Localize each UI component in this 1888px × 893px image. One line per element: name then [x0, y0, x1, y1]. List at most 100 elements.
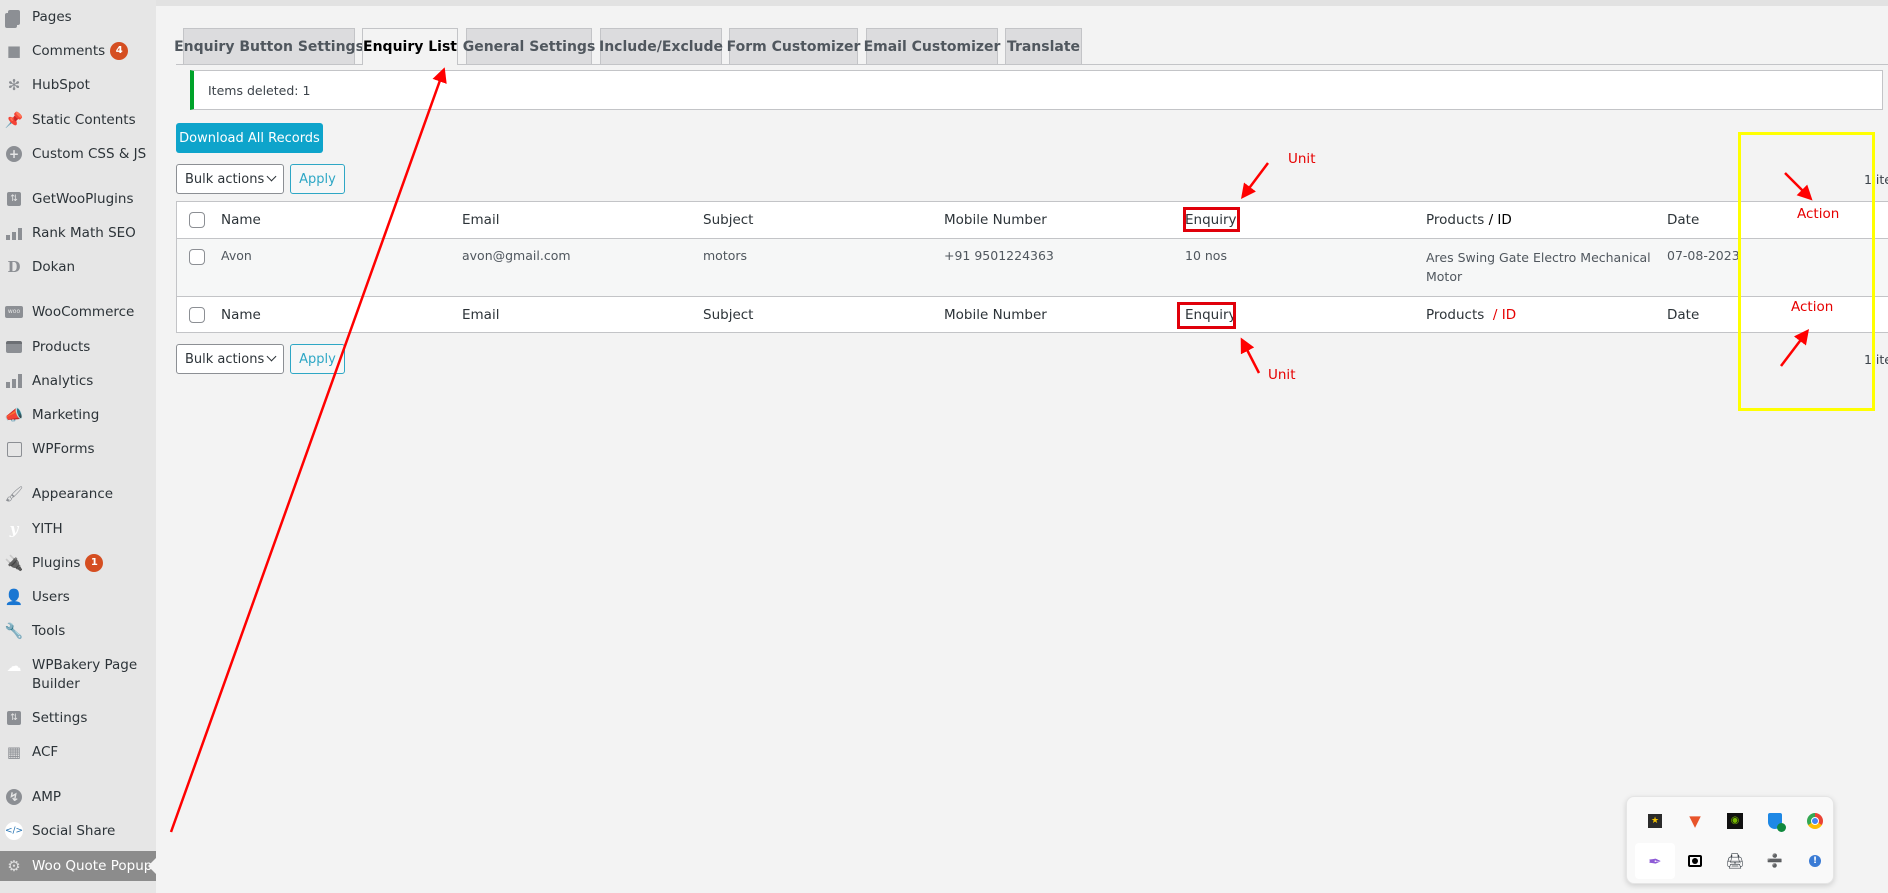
sidebar-item-settings[interactable]: ⇅ Settings — [0, 703, 156, 733]
windows-security-icon[interactable] — [1755, 803, 1795, 839]
yith-icon: y — [9, 520, 19, 538]
apply-button-bottom[interactable]: Apply — [290, 344, 345, 374]
sidebar-item-label: WooCommerce — [32, 304, 135, 320]
sidebar-item-label: Dokan — [32, 259, 76, 275]
sidebar-item-amp[interactable]: ↯ AMP — [0, 782, 156, 812]
sidebar-item-appearance[interactable]: 🖌 Appearance — [0, 479, 156, 509]
sidebar-item-social-share[interactable]: </> Social Share — [0, 816, 156, 846]
sidebar-item-analytics[interactable]: Analytics — [0, 366, 156, 396]
bar-chart-icon — [5, 372, 23, 390]
tab-enquiry-button-settings[interactable]: Enquiry Button Settings — [174, 28, 364, 64]
column-header-name[interactable]: Name — [221, 212, 261, 228]
cell-enquiry: 10 nos — [1185, 248, 1227, 263]
comments-count-badge: 4 — [110, 42, 129, 60]
nvidia-icon[interactable]: ◉ — [1715, 803, 1755, 839]
sidebar-item-custom-css-js[interactable]: + Custom CSS & JS — [0, 139, 156, 169]
sidebar-item-label: Plugins — [32, 555, 81, 571]
sidebar-item-products[interactable]: Products — [0, 332, 156, 362]
network-help-icon[interactable]: ! — [1795, 843, 1835, 879]
tab-email-customizer[interactable]: Email Customizer — [864, 28, 1000, 64]
hubspot-icon: ✻ — [7, 76, 21, 94]
enquiry-table: Name Email Subject Mobile Number Enquiry… — [176, 201, 1888, 333]
select-all-checkbox-footer[interactable] — [189, 307, 205, 323]
cell-name[interactable]: Avon — [221, 248, 252, 263]
sidebar-item-wpbakery[interactable]: ☁ WPBakery Page Builder — [0, 656, 156, 696]
user-icon: 👤 — [4, 588, 24, 606]
bulk-actions-selected: Bulk actions — [185, 171, 265, 187]
rank-math-icon — [5, 224, 23, 242]
products-label: Products — [1426, 212, 1485, 228]
sidebar-item-hubspot[interactable]: ✻ HubSpot — [0, 70, 156, 100]
column-footer-email[interactable]: Email — [462, 307, 499, 323]
feather-icon[interactable]: ✒ — [1635, 843, 1675, 879]
sidebar-item-getwooplugins[interactable]: ⇅ GetWooPlugins — [0, 184, 156, 214]
column-header-email[interactable]: Email — [462, 212, 499, 228]
annotation-unit-bottom: Unit — [1268, 367, 1296, 383]
sidebar-item-woo-quote-popup[interactable]: ⚙ Woo Quote Popup — [0, 851, 156, 881]
table-row: Avon avon@gmail.com motors +91 950122436… — [177, 239, 1888, 297]
printer-icon[interactable]: 🖨 — [1715, 843, 1755, 879]
cell-subject: motors — [703, 248, 748, 263]
sidebar-item-static-contents[interactable]: 📌 Static Contents — [0, 105, 156, 135]
sidebar-item-users[interactable]: 👤 Users — [0, 582, 156, 612]
sidebar-item-pages[interactable]: Pages — [0, 2, 156, 32]
column-header-mobile[interactable]: Mobile Number — [944, 212, 1047, 228]
products-id-suffix: / ID — [1488, 212, 1512, 228]
column-header-date[interactable]: Date — [1667, 212, 1699, 228]
sidebar-item-label: YITH — [32, 521, 63, 537]
admin-sidebar: Pages ■ Comments 4 ✻ HubSpot 📌 Static Con… — [0, 0, 156, 893]
sidebar-item-yith[interactable]: y YITH — [0, 514, 156, 544]
archive-icon — [5, 338, 23, 356]
bulk-actions-select-bottom[interactable]: Bulk actions — [176, 344, 284, 374]
sidebar-item-wpforms[interactable]: WPForms — [0, 434, 156, 464]
download-all-records-button[interactable]: Download All Records — [176, 123, 323, 153]
sidebar-item-woocommerce[interactable]: woo WooCommerce — [0, 297, 156, 327]
column-header-subject[interactable]: Subject — [703, 212, 753, 228]
sidebar-item-acf[interactable]: ▦ ACF — [0, 737, 156, 767]
sidebar-item-label: Comments — [32, 43, 106, 59]
sidebar-item-comments[interactable]: ■ Comments 4 — [0, 36, 156, 66]
cell-email: avon@gmail.com — [462, 248, 571, 263]
record-icon[interactable] — [1675, 843, 1715, 879]
wrench-icon: 🔧 — [4, 622, 24, 640]
sidebar-item-rank-math[interactable]: Rank Math SEO — [0, 218, 156, 248]
annotation-id-suffix: / ID — [1492, 307, 1517, 323]
sidebar-item-label: AMP — [32, 789, 62, 805]
column-footer-mobile[interactable]: Mobile Number — [944, 307, 1047, 323]
tab-general-settings[interactable]: General Settings — [463, 28, 595, 64]
apply-button-top[interactable]: Apply — [290, 164, 345, 194]
sidebar-item-label: HubSpot — [32, 77, 90, 93]
bolt-circle-icon: ↯ — [5, 788, 23, 806]
sidebar-item-label: ACF — [32, 744, 59, 760]
scanner-icon[interactable]: ➗ — [1755, 843, 1795, 879]
pin-icon: 📌 — [4, 111, 24, 129]
sidebar-item-marketing[interactable]: 📣 Marketing — [0, 400, 156, 430]
column-footer-subject[interactable]: Subject — [703, 307, 753, 323]
annotation-highlight-action-column — [1738, 132, 1875, 411]
tab-enquiry-list[interactable]: Enquiry List — [362, 28, 458, 65]
v-logo-icon[interactable]: ▼ — [1675, 803, 1715, 839]
select-all-checkbox[interactable] — [189, 212, 205, 228]
chrome-icon[interactable] — [1795, 803, 1835, 839]
tab-translate[interactable]: Translate — [1005, 28, 1082, 64]
table-icon: ▦ — [6, 743, 22, 761]
column-header-products[interactable]: Products / ID — [1426, 212, 1512, 228]
row-checkbox[interactable] — [189, 249, 205, 265]
column-footer-date[interactable]: Date — [1667, 307, 1699, 323]
sidebar-item-label: Rank Math SEO — [32, 225, 136, 241]
app-star-icon[interactable]: ★ — [1635, 803, 1675, 839]
column-footer-name[interactable]: Name — [221, 307, 261, 323]
bulk-actions-select-top[interactable]: Bulk actions — [176, 164, 284, 194]
column-footer-products[interactable]: Products / ID — [1426, 307, 1516, 323]
sidebar-item-label: Users — [32, 589, 70, 605]
sidebar-item-dokan[interactable]: D Dokan — [0, 252, 156, 282]
tab-form-customizer[interactable]: Form Customizer — [727, 28, 860, 64]
woo-icon: woo — [5, 303, 23, 321]
sidebar-item-tools[interactable]: 🔧 Tools — [0, 616, 156, 646]
chevron-down-icon — [266, 171, 277, 182]
sidebar-item-plugins[interactable]: 🔌 Plugins 1 — [0, 548, 156, 578]
products-label: Products — [1426, 307, 1485, 323]
tab-include-exclude[interactable]: Include/Exclude — [599, 28, 723, 64]
sidebar-item-label: Products — [32, 339, 91, 355]
cell-date: 07-08-2023 — [1667, 248, 1740, 263]
